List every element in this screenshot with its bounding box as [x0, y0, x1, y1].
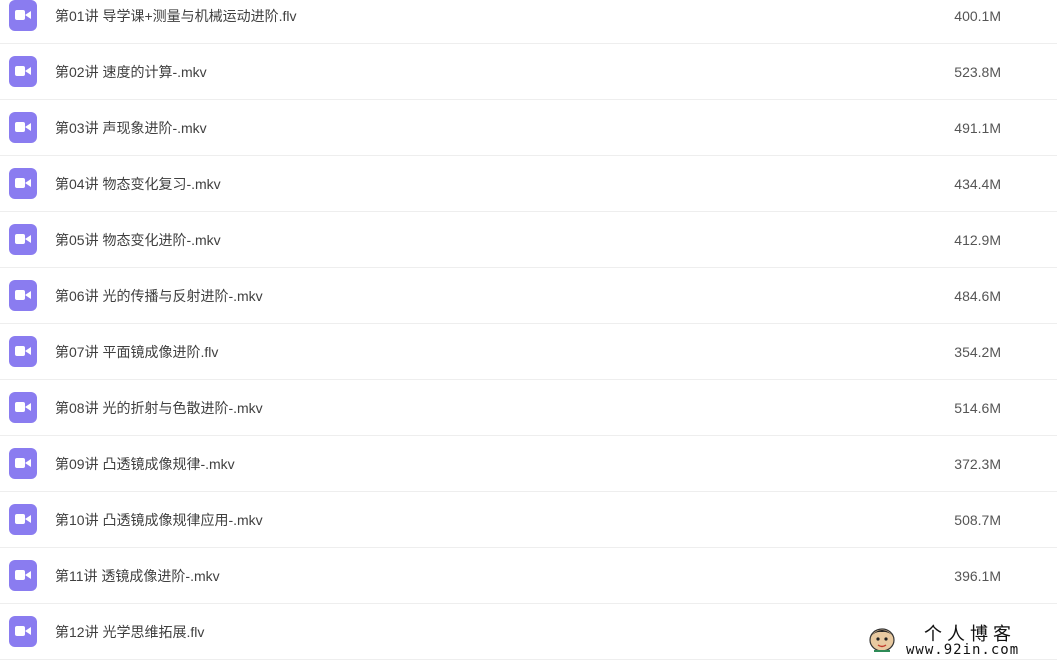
- file-row[interactable]: 第06讲 光的传播与反射进阶-.mkv 484.6M: [0, 268, 1057, 324]
- file-row[interactable]: 第02讲 速度的计算-.mkv 523.8M: [0, 44, 1057, 100]
- video-file-icon: [9, 280, 37, 311]
- file-name[interactable]: 第03讲 声现象进阶-.mkv: [55, 119, 207, 137]
- file-name[interactable]: 第05讲 物态变化进阶-.mkv: [55, 231, 221, 249]
- file-size: 523.8M: [954, 64, 1001, 80]
- video-file-icon: [9, 392, 37, 423]
- video-file-icon: [9, 448, 37, 479]
- file-row[interactable]: 第04讲 物态变化复习-.mkv 434.4M: [0, 156, 1057, 212]
- file-size: 400.1M: [954, 8, 1001, 24]
- file-row[interactable]: 第07讲 平面镜成像进阶.flv 354.2M: [0, 324, 1057, 380]
- video-file-icon: [9, 560, 37, 591]
- video-file-icon: [9, 56, 37, 87]
- file-name[interactable]: 第02讲 速度的计算-.mkv: [55, 63, 207, 81]
- file-size: 396.1M: [954, 568, 1001, 584]
- video-file-icon: [9, 112, 37, 143]
- file-size: 434.4M: [954, 176, 1001, 192]
- watermark-url: www.92in.com: [906, 642, 1020, 658]
- file-name[interactable]: 第08讲 光的折射与色散进阶-.mkv: [55, 399, 263, 417]
- file-name[interactable]: 第06讲 光的传播与反射进阶-.mkv: [55, 287, 263, 305]
- file-row[interactable]: 第01讲 导学课+测量与机械运动进阶.flv 400.1M: [0, 0, 1057, 44]
- file-size: 484.6M: [954, 288, 1001, 304]
- file-size: 412.9M: [954, 232, 1001, 248]
- file-size: 491.1M: [954, 120, 1001, 136]
- watermark: 个人博客 www.92in.com: [866, 620, 1052, 660]
- file-list: 第01讲 导学课+测量与机械运动进阶.flv 400.1M 第02讲 速度的计算…: [0, 0, 1057, 660]
- file-row[interactable]: 第11讲 透镜成像进阶-.mkv 396.1M: [0, 548, 1057, 604]
- file-row[interactable]: 第08讲 光的折射与色散进阶-.mkv 514.6M: [0, 380, 1057, 436]
- file-name[interactable]: 第09讲 凸透镜成像规律-.mkv: [55, 455, 235, 473]
- video-file-icon: [9, 504, 37, 535]
- file-size: 508.7M: [954, 512, 1001, 528]
- watermark-logo-icon: [869, 628, 895, 652]
- file-name[interactable]: 第01讲 导学课+测量与机械运动进阶.flv: [55, 7, 297, 25]
- file-size: 514.6M: [954, 400, 1001, 416]
- file-size: 372.3M: [954, 456, 1001, 472]
- file-name[interactable]: 第04讲 物态变化复习-.mkv: [55, 175, 221, 193]
- file-name[interactable]: 第12讲 光学思维拓展.flv: [55, 623, 204, 641]
- video-file-icon: [9, 616, 37, 647]
- file-size: 354.2M: [954, 344, 1001, 360]
- file-row[interactable]: 第05讲 物态变化进阶-.mkv 412.9M: [0, 212, 1057, 268]
- video-file-icon: [9, 224, 37, 255]
- video-file-icon: [9, 168, 37, 199]
- video-file-icon: [9, 336, 37, 367]
- file-row[interactable]: 第03讲 声现象进阶-.mkv 491.1M: [0, 100, 1057, 156]
- file-row[interactable]: 第10讲 凸透镜成像规律应用-.mkv 508.7M: [0, 492, 1057, 548]
- file-row[interactable]: 第09讲 凸透镜成像规律-.mkv 372.3M: [0, 436, 1057, 492]
- file-name[interactable]: 第07讲 平面镜成像进阶.flv: [55, 343, 218, 361]
- video-file-icon: [9, 0, 37, 31]
- file-name[interactable]: 第10讲 凸透镜成像规律应用-.mkv: [55, 511, 263, 529]
- file-name[interactable]: 第11讲 透镜成像进阶-.mkv: [55, 567, 220, 585]
